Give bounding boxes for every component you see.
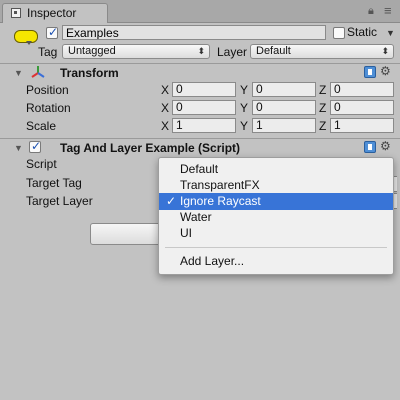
help-icon[interactable] xyxy=(364,66,376,78)
menu-item-label: Add Layer... xyxy=(180,254,245,268)
rotation-y-field[interactable]: 0 xyxy=(252,100,316,115)
lock-icon[interactable]: 🔒︎ xyxy=(368,5,374,18)
foldout-arrow-icon[interactable]: ▼ xyxy=(14,143,23,153)
scale-z-field[interactable]: 1 xyxy=(330,118,394,133)
tag-value: Untagged xyxy=(68,45,116,57)
position-z-field[interactable]: 0 xyxy=(330,82,394,97)
scale-y-field[interactable]: 1 xyxy=(252,118,316,133)
axis-y-label: Y xyxy=(240,101,249,115)
menu-item-label: TransparentFX xyxy=(180,178,260,192)
tab-inspector[interactable]: Inspector xyxy=(2,3,108,23)
menu-item-transparentfx[interactable]: TransparentFX xyxy=(159,177,393,194)
static-checkbox[interactable] xyxy=(333,27,345,39)
static-dropdown-icon[interactable]: ▼ xyxy=(386,28,395,38)
layer-popup[interactable]: Default ⬍ xyxy=(250,44,394,59)
axis-z-label: Z xyxy=(319,119,327,133)
axis-z-label: Z xyxy=(319,101,327,115)
updown-arrows-icon: ⬍ xyxy=(381,46,389,56)
axis-z-label: Z xyxy=(319,83,327,97)
position-label: Position xyxy=(26,83,69,97)
axis-x-label: X xyxy=(161,101,170,115)
section-divider xyxy=(0,138,400,139)
menu-item-ui[interactable]: UI xyxy=(159,225,393,242)
foldout-arrow-icon[interactable]: ▼ xyxy=(14,68,23,78)
position-x-field[interactable]: 0 xyxy=(172,82,236,97)
menu-item-water[interactable]: Water xyxy=(159,209,393,226)
menu-item-default[interactable]: Default xyxy=(159,161,393,178)
inspector-icon xyxy=(11,8,21,18)
menu-item-label: UI xyxy=(180,226,192,240)
position-y-field[interactable]: 0 xyxy=(252,82,316,97)
menu-item-label: Default xyxy=(180,162,219,176)
checkmark-icon: ✓ xyxy=(166,194,177,208)
scale-label: Scale xyxy=(26,119,57,133)
axis-x-label: X xyxy=(161,83,170,97)
axis-y-label: Y xyxy=(240,83,249,97)
component-title: Tag And Layer Example (Script) xyxy=(60,141,241,155)
icon-dropdown-arrow-icon[interactable] xyxy=(26,41,32,45)
layer-dropdown-menu: Default TransparentFX ✓ Ignore Raycast W… xyxy=(158,157,394,275)
tag-label: Tag xyxy=(38,45,58,59)
menu-item-label: Ignore Raycast xyxy=(180,194,261,208)
layer-label: Layer xyxy=(217,45,248,59)
transform-title: Transform xyxy=(60,66,119,80)
tag-popup[interactable]: Untagged ⬍ xyxy=(62,44,210,59)
static-label: Static xyxy=(347,25,378,39)
gear-icon[interactable]: ⚙ xyxy=(380,64,391,78)
tab-menu-icon[interactable]: ≡ xyxy=(384,3,392,18)
section-divider xyxy=(0,63,400,64)
active-checkbox[interactable] xyxy=(46,25,58,39)
axis-x-label: X xyxy=(161,119,170,133)
menu-separator xyxy=(165,247,387,248)
menu-item-label: Water xyxy=(180,210,212,224)
target-tag-label: Target Tag xyxy=(26,176,82,190)
gear-icon[interactable]: ⚙ xyxy=(380,139,391,153)
layer-value: Default xyxy=(256,45,291,57)
rotation-x-field[interactable]: 0 xyxy=(172,100,236,115)
tab-label: Inspector xyxy=(27,6,77,20)
target-layer-label: Target Layer xyxy=(26,194,93,208)
axis-y-label: Y xyxy=(240,119,249,133)
transform-icon xyxy=(31,66,45,78)
menu-item-add-layer[interactable]: Add Layer... xyxy=(159,253,393,270)
name-field[interactable] xyxy=(62,25,326,40)
rotation-z-field[interactable]: 0 xyxy=(330,100,394,115)
rotation-label: Rotation xyxy=(26,101,71,115)
help-icon[interactable] xyxy=(364,141,376,153)
menu-item-ignore-raycast[interactable]: ✓ Ignore Raycast xyxy=(159,193,393,210)
scale-x-field[interactable]: 1 xyxy=(172,118,236,133)
component-enabled-checkbox[interactable] xyxy=(29,139,41,153)
script-label: Script xyxy=(26,157,57,171)
updown-arrows-icon: ⬍ xyxy=(197,46,205,56)
